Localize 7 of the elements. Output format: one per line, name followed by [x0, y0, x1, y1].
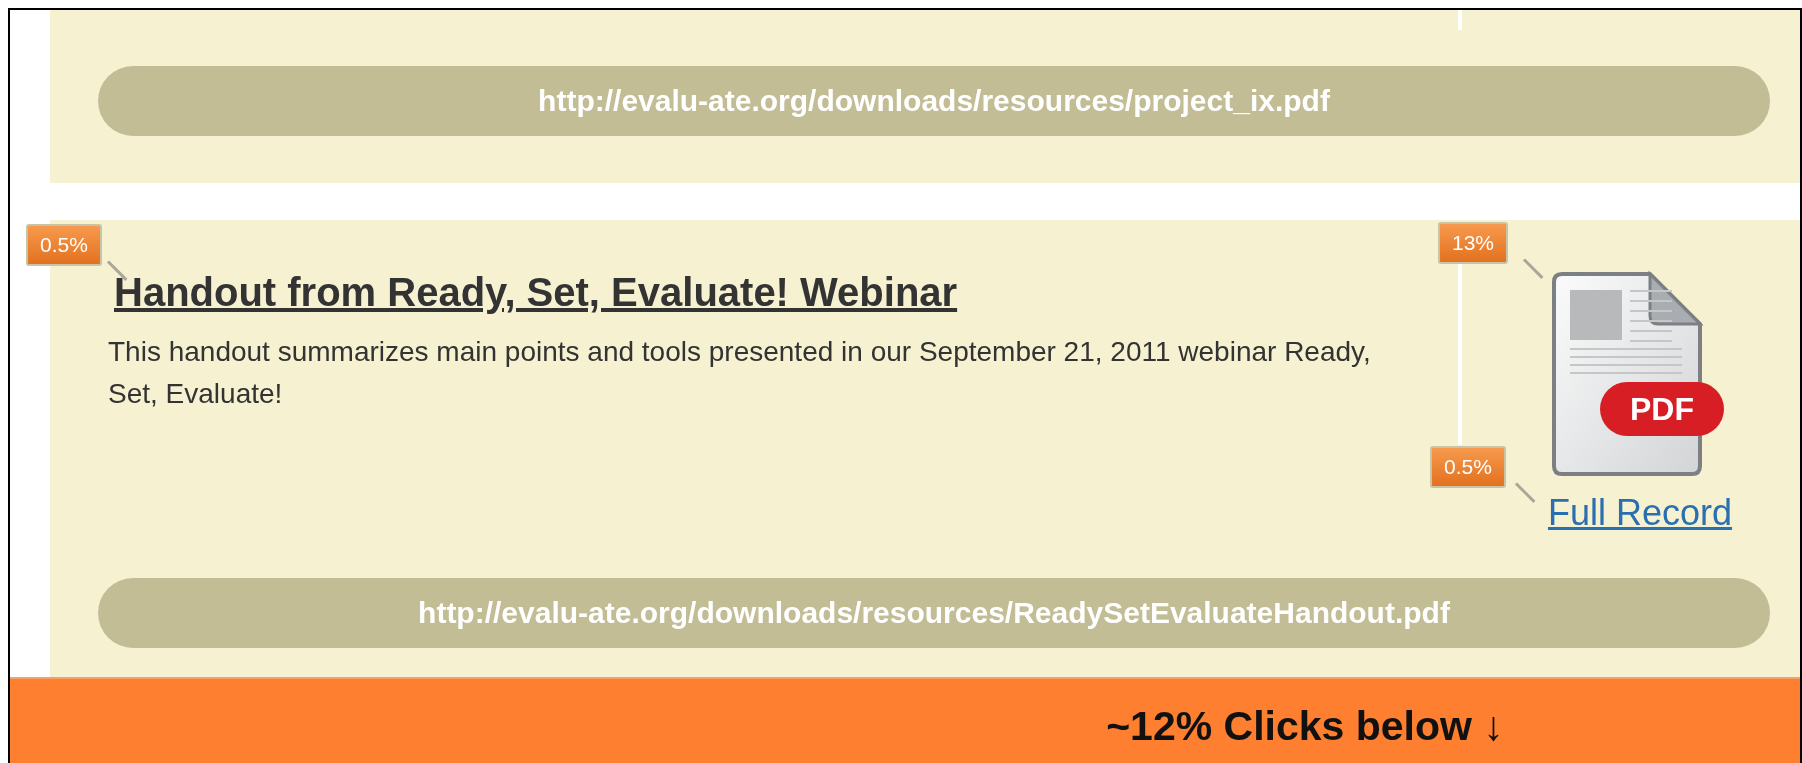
record-title-link[interactable]: Handout from Ready, Set, Evaluate! Webinar — [114, 270, 958, 315]
clicks-below-text: ~12% Clicks below ↓ — [1106, 702, 1504, 750]
full-record-link[interactable]: Full Record — [1547, 492, 1733, 534]
click-percent-badge: 0.5% — [1430, 446, 1506, 488]
click-percent-badge: 13% — [1438, 222, 1509, 264]
record-description: This handout summarizes main points and tools presented in our September 21, 2011 webinar Ready, Set, Evaluate! — [108, 335, 1372, 411]
click-percent-badge: 0.5% — [26, 224, 102, 266]
